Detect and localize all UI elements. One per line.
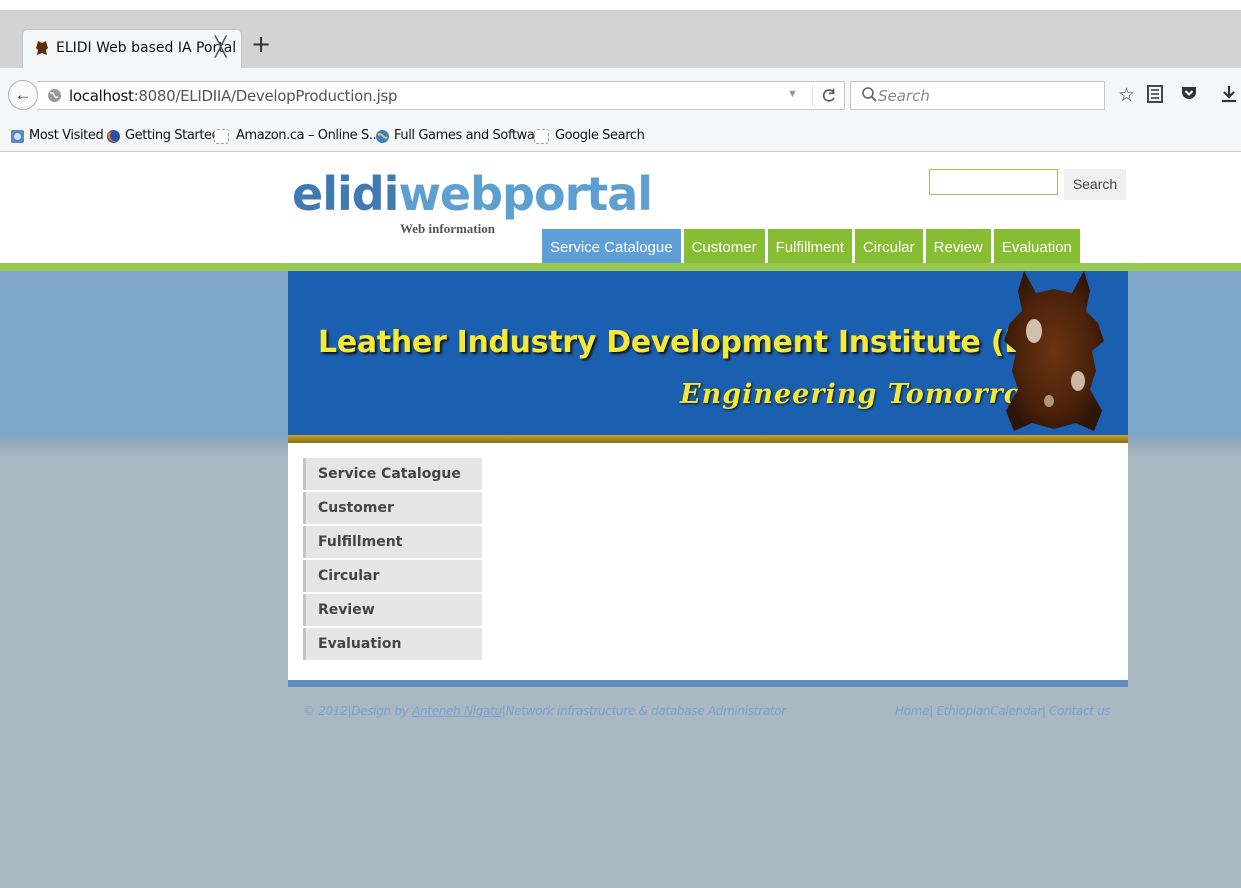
- bookmark-full-games[interactable]: Full Games and Softwa...: [394, 128, 546, 143]
- footer-prefix: © 2012|Design by: [303, 704, 413, 718]
- site-search-input[interactable]: [929, 169, 1058, 195]
- hide-favicon-icon: [36, 41, 48, 55]
- topnav-review[interactable]: Review: [925, 229, 991, 263]
- content-bottom-border: [288, 680, 1128, 687]
- topnav-circular[interactable]: Circular: [854, 229, 923, 263]
- url-text: localhost:8080/ELIDIIA/DevelopProduction…: [69, 87, 398, 105]
- topnav-customer[interactable]: Customer: [683, 229, 765, 263]
- reload-icon[interactable]: [820, 87, 838, 105]
- header-green-line: [0, 263, 1241, 271]
- bookmarks-bar: Most Visited Getting Started Amazon.ca –…: [0, 122, 1241, 152]
- reading-list-icon[interactable]: [1146, 84, 1164, 104]
- site-logo[interactable]: elidiwebportal: [292, 167, 653, 221]
- url-bar[interactable]: localhost:8080/ELIDIIA/DevelopProduction…: [37, 81, 845, 110]
- footer-suffix: |Network infrastructure & database Admin…: [501, 704, 786, 718]
- url-dropdown-icon[interactable]: ▼: [787, 88, 798, 100]
- topnav-service-catalogue[interactable]: Service Catalogue: [542, 229, 681, 263]
- browser-search-bar[interactable]: Search: [850, 81, 1105, 110]
- footer-links[interactable]: Home| EthiopianCalendar| Contact us: [895, 704, 1111, 718]
- pocket-icon[interactable]: [1180, 84, 1198, 102]
- bookmark-getting-started[interactable]: Getting Started: [125, 128, 220, 143]
- banner-tagline: Engineering Tomorrow: [680, 379, 1048, 410]
- url-divider: [812, 86, 813, 106]
- sidemenu-review[interactable]: Review: [303, 594, 482, 626]
- logo-part-webportal: webportal: [398, 167, 653, 221]
- back-button[interactable]: ←: [8, 80, 38, 110]
- sidemenu-fulfillment[interactable]: Fulfillment: [303, 526, 482, 558]
- top-navigation: Service Catalogue Customer Fulfillment C…: [542, 229, 1083, 263]
- logo-part-elidi: elidi: [292, 167, 399, 221]
- bookmark-most-visited[interactable]: Most Visited: [29, 128, 104, 143]
- browser-tab[interactable]: ELIDI Web based IA Portal ╳: [22, 29, 242, 68]
- banner-title: Leather Industry Development Institute (…: [318, 325, 1083, 360]
- bookmark-amazon[interactable]: Amazon.ca – Online S...: [236, 128, 380, 143]
- tab-title: ELIDI Web based IA Portal: [56, 40, 237, 56]
- url-path: :8080/ELIDIIA/DevelopProduction.jsp: [133, 87, 398, 105]
- bookmark-google-search[interactable]: Google Search: [555, 128, 645, 143]
- search-placeholder: Search: [878, 87, 930, 105]
- globe-icon: [376, 130, 389, 143]
- footer-author-link[interactable]: Anteneh Nigatu: [412, 704, 502, 718]
- tab-close-icon[interactable]: ╳: [215, 36, 226, 58]
- topnav-evaluation[interactable]: Evaluation: [993, 229, 1080, 263]
- blank-page-icon: [214, 129, 229, 144]
- new-tab-icon[interactable]: +: [251, 30, 271, 58]
- back-arrow-icon: ←: [14, 85, 32, 104]
- topnav-fulfillment[interactable]: Fulfillment: [767, 229, 852, 263]
- bookmark-star-icon[interactable]: ☆: [1118, 84, 1135, 106]
- firefox-icon: [107, 130, 120, 143]
- globe-icon: [48, 89, 61, 102]
- blank-page-icon: [534, 129, 549, 144]
- most-visited-icon: [11, 130, 24, 143]
- footer-credits: © 2012|Design by Anteneh Nigatu|Network …: [303, 704, 786, 718]
- sidemenu-service-catalogue[interactable]: Service Catalogue: [303, 458, 482, 490]
- browser-navbar: localhost:8080/ELIDIIA/DevelopProduction…: [0, 68, 1241, 122]
- lidi-banner: Leather Industry Development Institute (…: [288, 271, 1128, 443]
- site-search-button[interactable]: Search: [1064, 169, 1126, 200]
- side-menu: Service Catalogue Customer Fulfillment C…: [303, 458, 482, 662]
- url-host: localhost: [69, 87, 134, 105]
- search-icon: [862, 87, 877, 102]
- sidemenu-circular[interactable]: Circular: [303, 560, 482, 592]
- download-icon[interactable]: [1220, 84, 1238, 104]
- banner-bottom-stripe: [288, 435, 1128, 443]
- leather-hide-image: [1004, 271, 1104, 431]
- web-page: elidiwebportal Web information Search Se…: [0, 153, 1241, 888]
- browser-tabstrip: ELIDI Web based IA Portal ╳ +: [0, 0, 1241, 68]
- sidemenu-customer[interactable]: Customer: [303, 492, 482, 524]
- sidemenu-evaluation[interactable]: Evaluation: [303, 628, 482, 660]
- logo-subtitle: Web information: [400, 221, 495, 236]
